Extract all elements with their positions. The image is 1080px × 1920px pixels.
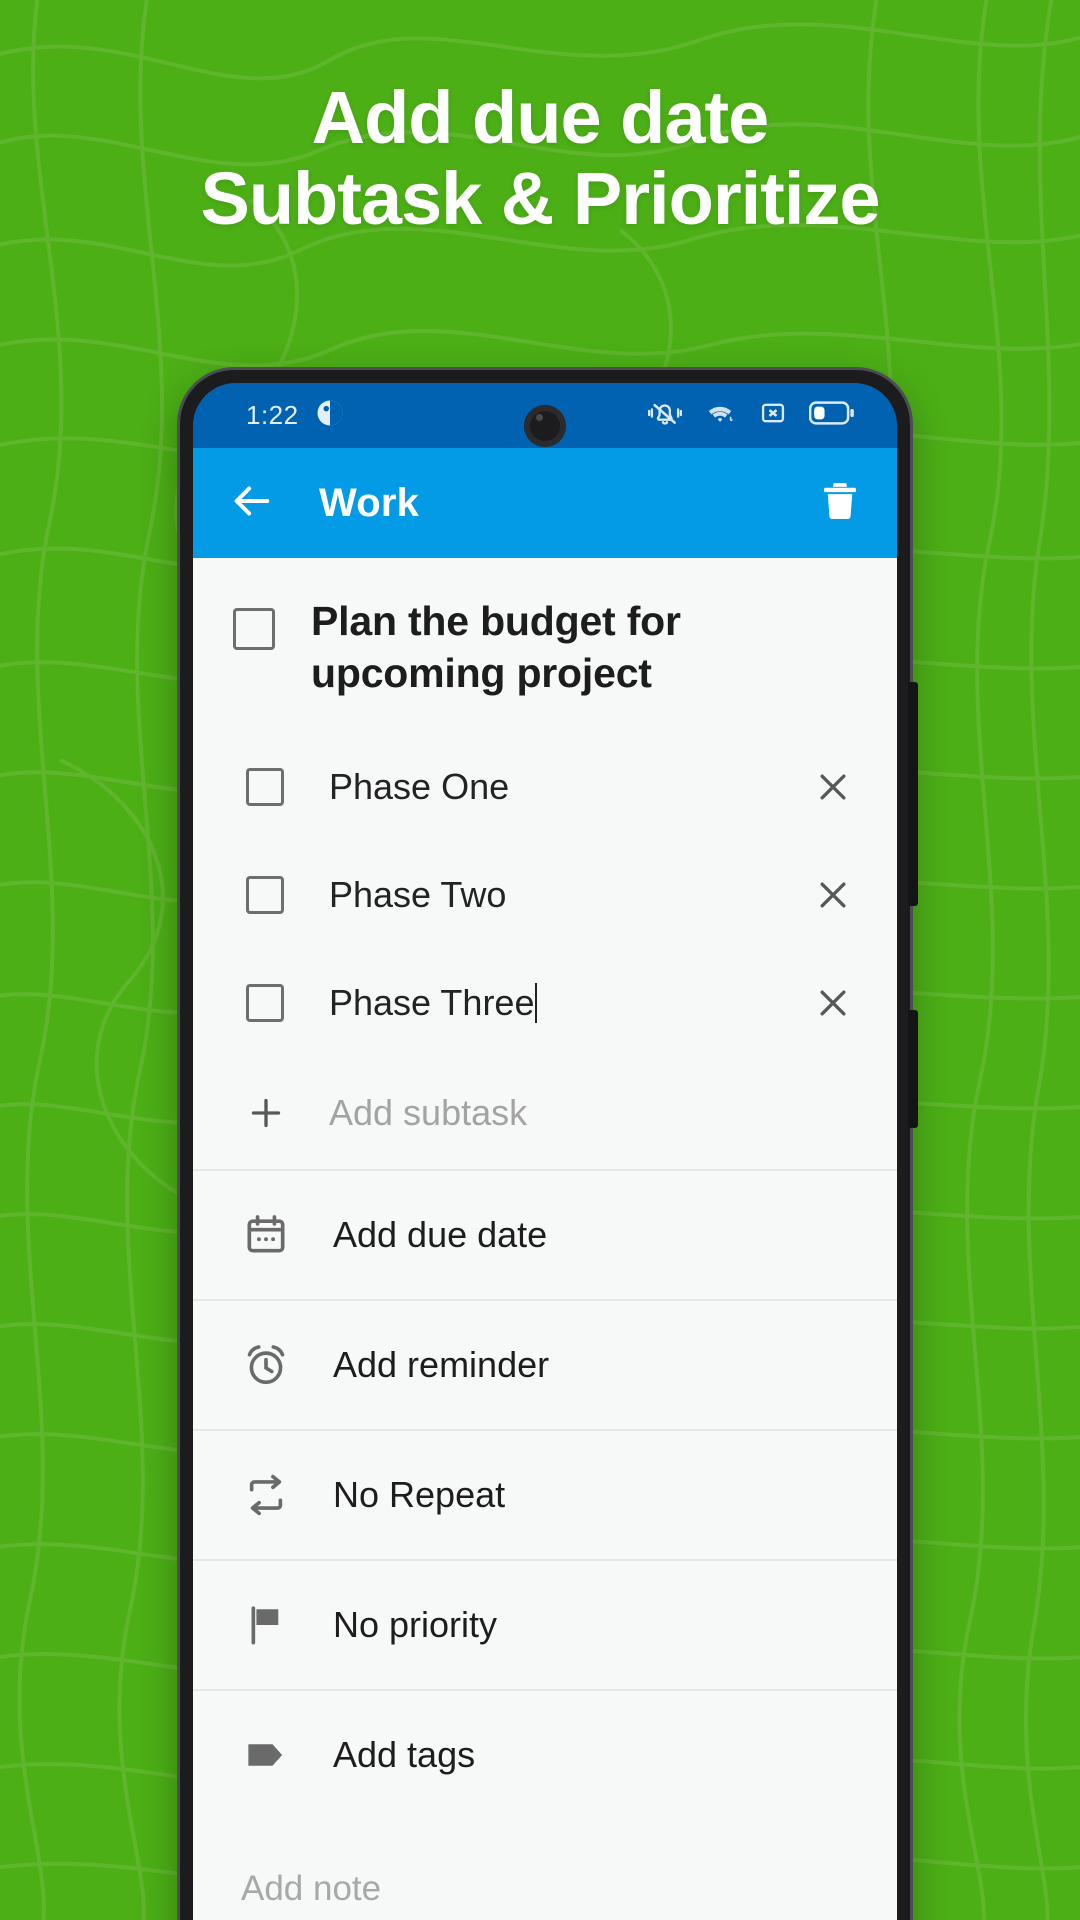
subtask-row[interactable]: Phase Two — [193, 841, 897, 949]
back-arrow-icon[interactable] — [229, 478, 275, 529]
flag-icon — [243, 1602, 289, 1648]
remove-subtask-icon[interactable] — [813, 767, 853, 807]
task-header-row[interactable]: Plan the budget for upcoming project — [193, 558, 897, 733]
repeat-row[interactable]: No Repeat — [193, 1431, 897, 1559]
headline-line-1: Add due date — [311, 76, 770, 159]
due-date-label: Add due date — [333, 1214, 548, 1256]
reminder-label: Add reminder — [333, 1344, 550, 1386]
alarm-clock-icon — [243, 1342, 289, 1388]
subtask-label[interactable]: Phase One — [329, 766, 813, 808]
delete-icon[interactable] — [817, 478, 863, 529]
subtask-checkbox[interactable] — [246, 876, 284, 915]
status-bar: 1:22 — [193, 383, 897, 448]
priority-label: No priority — [333, 1604, 498, 1646]
tags-label: Add tags — [333, 1734, 476, 1776]
plus-icon — [246, 1093, 286, 1133]
text-cursor — [535, 983, 538, 1024]
task-checkbox[interactable] — [233, 608, 275, 650]
reminder-row[interactable]: Add reminder — [193, 1301, 897, 1429]
repeat-label: No Repeat — [333, 1474, 506, 1516]
task-title: Plan the budget for upcoming project — [311, 598, 681, 696]
status-bar-right — [647, 398, 855, 433]
note-placeholder: Add note — [241, 1869, 382, 1909]
app-bar: Work — [193, 448, 897, 558]
calendar-icon — [243, 1212, 289, 1258]
volume-button[interactable] — [908, 682, 918, 906]
phone-mockup: 1:22 Work Plan the budget for upcoming p… — [180, 370, 918, 1920]
subtask-row[interactable]: Phase One — [193, 733, 897, 841]
subtask-label[interactable]: Phase Two — [329, 874, 813, 916]
subtask-checkbox[interactable] — [246, 984, 284, 1023]
wifi-icon — [703, 398, 737, 433]
front-camera-punch-hole — [524, 405, 566, 447]
priority-row[interactable]: No priority — [193, 1561, 897, 1689]
tag-icon — [243, 1732, 289, 1778]
app-bar-title: Work — [319, 480, 420, 525]
tags-row[interactable]: Add tags — [193, 1691, 897, 1819]
subtask-editing-text: Phase Three — [329, 982, 535, 1024]
due-date-row[interactable]: Add due date — [193, 1171, 897, 1299]
battery-low-icon — [808, 400, 855, 431]
do-not-disturb-circle-icon — [315, 398, 345, 433]
repeat-icon — [243, 1472, 289, 1518]
remove-subtask-icon[interactable] — [813, 983, 853, 1023]
remove-subtask-icon[interactable] — [813, 875, 853, 915]
promo-headline: Add due date Subtask & Prioritize — [0, 76, 1080, 240]
status-time: 1:22 — [246, 400, 299, 430]
power-button[interactable] — [908, 1010, 918, 1128]
task-detail-content: Plan the budget for upcoming project Pha… — [193, 558, 897, 1920]
no-sim-icon — [758, 399, 788, 432]
subtask-label-editing[interactable]: Phase Three — [329, 982, 813, 1024]
headline-line-2: Subtask & Prioritize — [200, 156, 880, 240]
subtask-checkbox[interactable] — [246, 768, 284, 807]
status-bar-left: 1:22 — [246, 398, 345, 433]
phone-screen: 1:22 Work Plan the budget for upcoming p… — [193, 383, 897, 1920]
note-input[interactable]: Add note — [193, 1819, 897, 1909]
vibrate-mute-icon — [647, 398, 683, 433]
subtask-row[interactable]: Phase Three — [193, 949, 897, 1057]
add-subtask-row[interactable]: Add subtask — [193, 1057, 897, 1169]
add-subtask-placeholder[interactable]: Add subtask — [329, 1092, 527, 1134]
